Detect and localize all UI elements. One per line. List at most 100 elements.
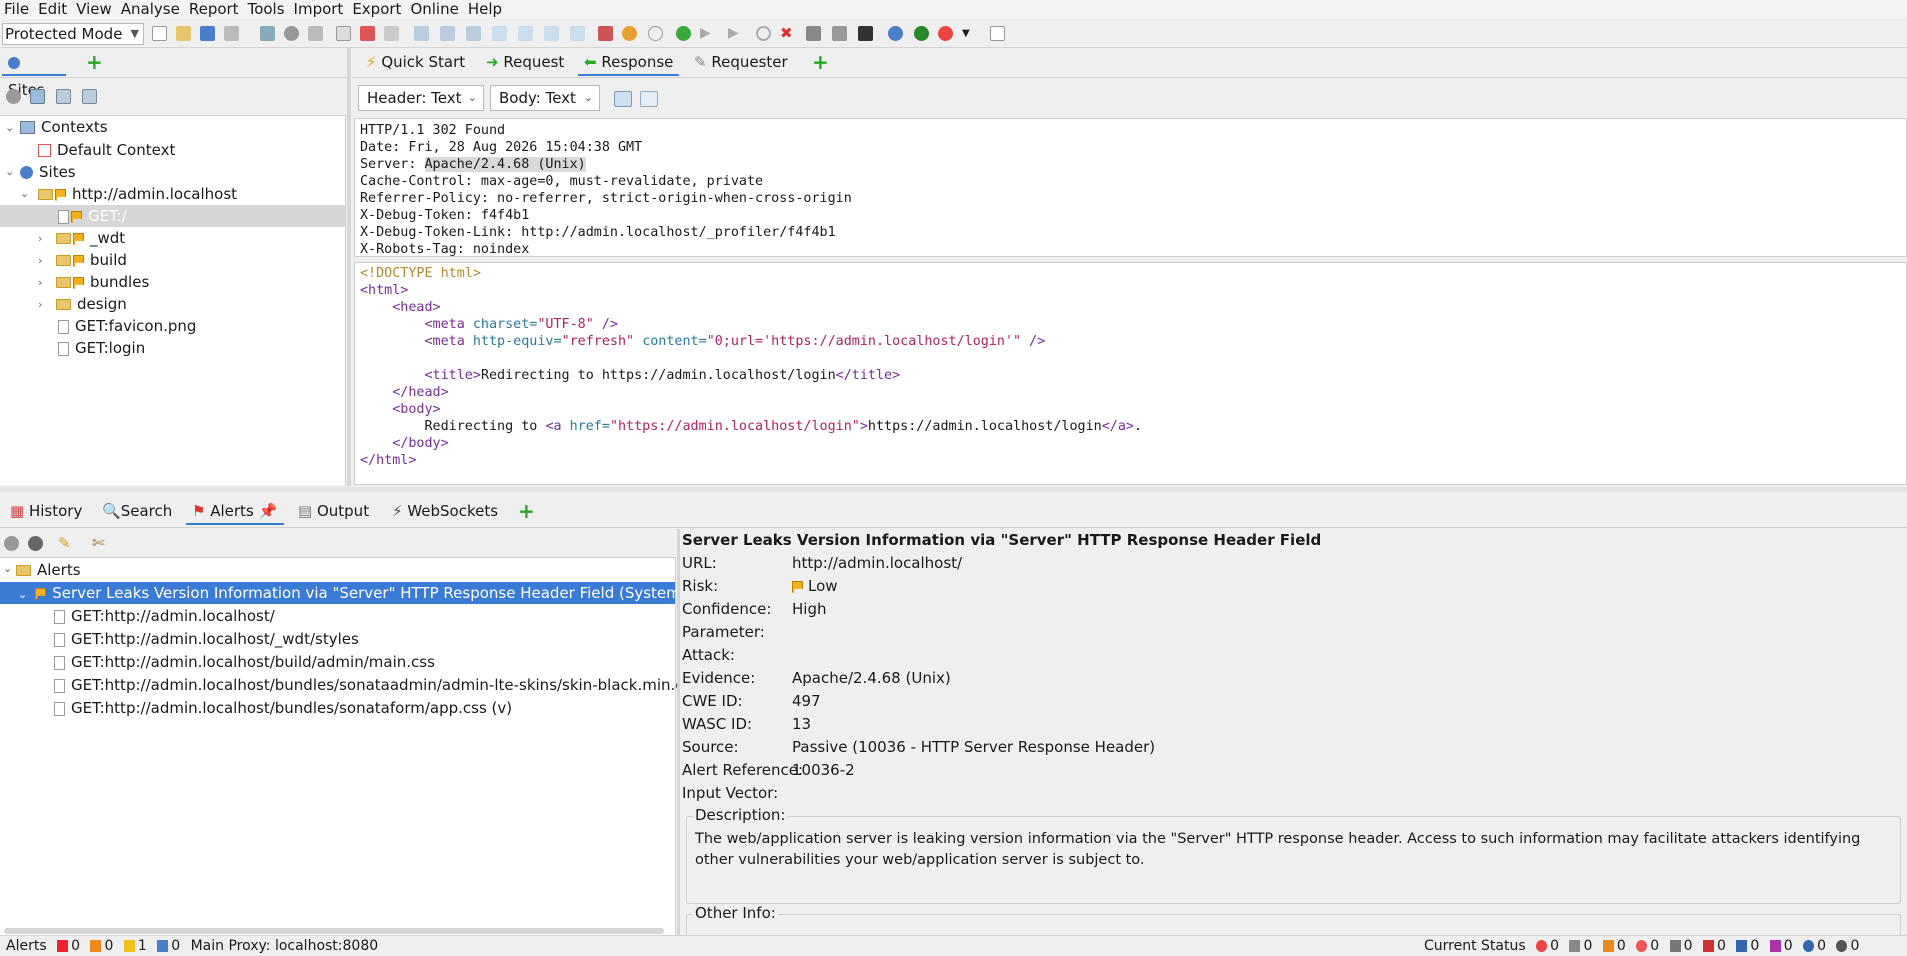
break-icon[interactable]	[676, 26, 691, 41]
menu-report[interactable]: Report	[189, 0, 248, 19]
proxy-icon[interactable]	[832, 26, 847, 41]
tree-node-default-context[interactable]: Default Context	[38, 139, 175, 161]
layout-tabs-icon[interactable]	[414, 26, 429, 41]
display-icon[interactable]	[384, 26, 399, 41]
vertical-splitter[interactable]	[347, 48, 351, 486]
horizontal-splitter[interactable]	[0, 487, 1907, 492]
step-icon[interactable]: ▶	[700, 26, 715, 41]
layout-full-icon[interactable]	[440, 26, 455, 41]
alert-instance[interactable]: GET:http://admin.localhost/bundles/sonat…	[54, 697, 512, 719]
options-gear-icon[interactable]	[284, 26, 299, 41]
vertical-splitter[interactable]	[677, 529, 680, 935]
clear-icon[interactable]	[360, 26, 375, 41]
layout-horizontal-icon[interactable]	[518, 26, 533, 41]
header-view-select[interactable]: Header: Text ⌄	[358, 85, 484, 111]
tab-websockets[interactable]: ⚡ WebSockets	[386, 497, 504, 525]
open-session-icon[interactable]	[176, 26, 191, 41]
export-context-icon[interactable]	[82, 89, 97, 104]
tree-node-host[interactable]: http://admin.localhost	[38, 183, 237, 205]
chevron-down-icon[interactable]: ⌄	[5, 165, 14, 178]
save-session-icon[interactable]	[200, 26, 215, 41]
split-horizontal-icon[interactable]	[640, 91, 658, 107]
tab-response[interactable]: ⬅ Response	[578, 48, 680, 76]
alert-instance[interactable]: GET:http://admin.localhost/	[54, 605, 275, 627]
layout-vertical-icon[interactable]	[492, 26, 507, 41]
mode-select[interactable]: Protected Mode ▼	[2, 23, 144, 45]
scope-icon[interactable]	[28, 536, 43, 551]
new-session-icon[interactable]	[152, 26, 167, 41]
new-context-icon[interactable]	[30, 89, 45, 104]
tree-node-login[interactable]: GET:login	[58, 337, 145, 359]
hud-icon[interactable]	[914, 26, 929, 41]
menu-file[interactable]: File	[4, 0, 38, 19]
close-icon[interactable]: ✖	[780, 26, 795, 41]
tab-request[interactable]: ➜ Request	[480, 48, 570, 76]
tab-output[interactable]: ▤ Output	[292, 497, 375, 525]
description-text[interactable]: The web/application server is leaking ve…	[695, 829, 1885, 871]
target-icon[interactable]	[4, 536, 19, 551]
chevron-right-icon[interactable]: ›	[38, 254, 42, 267]
terminal-icon[interactable]	[858, 26, 873, 41]
chevron-right-icon[interactable]: ›	[38, 232, 42, 245]
add-tab-button[interactable]: +	[806, 48, 835, 76]
import-context-icon[interactable]	[56, 89, 71, 104]
response-header-pane[interactable]: HTTP/1.1 302 Found Date: Fri, 28 Aug 202…	[354, 118, 1907, 257]
heads-up-icon[interactable]	[622, 26, 637, 41]
layout-grid-icon[interactable]	[544, 26, 559, 41]
add-tab-button[interactable]: +	[512, 497, 541, 525]
chevron-right-icon[interactable]: ›	[38, 276, 42, 289]
menu-help[interactable]: Help	[468, 0, 511, 19]
layout-icon[interactable]	[308, 26, 323, 41]
drop-icon[interactable]	[756, 26, 771, 41]
tab-quick-start[interactable]: ⚡ Quick Start	[360, 48, 471, 76]
chevron-down-icon[interactable]: ⌄	[20, 187, 29, 200]
chrome-icon[interactable]	[938, 26, 953, 41]
add-tab-button[interactable]: +	[80, 48, 109, 76]
tab-alerts[interactable]: ⚑ Alerts 📌	[186, 497, 284, 525]
tree-node-alert-selected[interactable]: ⌄ Server Leaks Version Information via "S…	[0, 582, 699, 604]
chevron-down-icon[interactable]: ▼	[962, 26, 977, 41]
tree-node-wdt[interactable]: _wdt	[56, 227, 125, 249]
menu-export[interactable]: Export	[352, 0, 410, 19]
menu-online[interactable]: Online	[410, 0, 467, 19]
menu-import[interactable]: Import	[294, 0, 353, 19]
notes-icon[interactable]	[990, 26, 1005, 41]
chevron-down-icon[interactable]: ⌄	[5, 121, 14, 134]
body-view-select[interactable]: Body: Text ⌄	[490, 85, 600, 111]
response-body-pane[interactable]: <!DOCTYPE html> <html> <head> <meta char…	[354, 262, 1907, 485]
snapshot-icon[interactable]	[224, 26, 239, 41]
detail-value[interactable]: http://admin.localhost/	[792, 554, 962, 572]
tab-requester[interactable]: ✎ Requester	[688, 48, 794, 76]
split-vertical-icon[interactable]	[614, 91, 632, 107]
scope-icon[interactable]	[598, 26, 613, 41]
alert-instance[interactable]: GET:http://admin.localhost/_wdt/styles	[54, 628, 359, 650]
tab-search[interactable]: 🔍Search	[96, 497, 178, 525]
chevron-down-icon[interactable]: ⌄	[3, 562, 12, 575]
tree-node-design[interactable]: design	[56, 293, 127, 315]
bulb-icon[interactable]	[648, 26, 663, 41]
continue-icon[interactable]: ▶	[728, 26, 743, 41]
layout-pane-icon[interactable]	[570, 26, 585, 41]
alert-instance[interactable]: GET:http://admin.localhost/bundles/sonat…	[54, 674, 725, 696]
menu-edit[interactable]: Edit	[38, 0, 76, 19]
tree-node-build[interactable]: build	[56, 249, 127, 271]
help-icon[interactable]	[888, 26, 903, 41]
menu-tools[interactable]: Tools	[248, 0, 294, 19]
tree-node-alerts-root[interactable]: Alerts	[16, 559, 81, 581]
tree-node-bundles[interactable]: bundles	[56, 271, 149, 293]
menu-view[interactable]: View	[76, 0, 121, 19]
tree-node-favicon[interactable]: GET:favicon.png	[58, 315, 196, 337]
menu-analyse[interactable]: Analyse	[121, 0, 189, 19]
target-icon[interactable]	[6, 89, 21, 104]
session-properties-icon[interactable]	[260, 26, 275, 41]
tree-node-get-root[interactable]: GET:/	[0, 205, 345, 227]
chevron-right-icon[interactable]: ›	[38, 298, 42, 311]
tab-sites[interactable]: Sites	[2, 48, 66, 99]
layout-split-icon[interactable]	[466, 26, 481, 41]
scan-policy-icon[interactable]	[336, 26, 351, 41]
tree-node-sites[interactable]: Sites	[20, 161, 76, 183]
horizontal-scrollbar[interactable]	[4, 928, 664, 934]
breakpoint-icon[interactable]	[806, 26, 821, 41]
edit-pencil-icon[interactable]: ✎	[58, 536, 73, 551]
tab-history[interactable]: ▦ History	[4, 497, 88, 525]
